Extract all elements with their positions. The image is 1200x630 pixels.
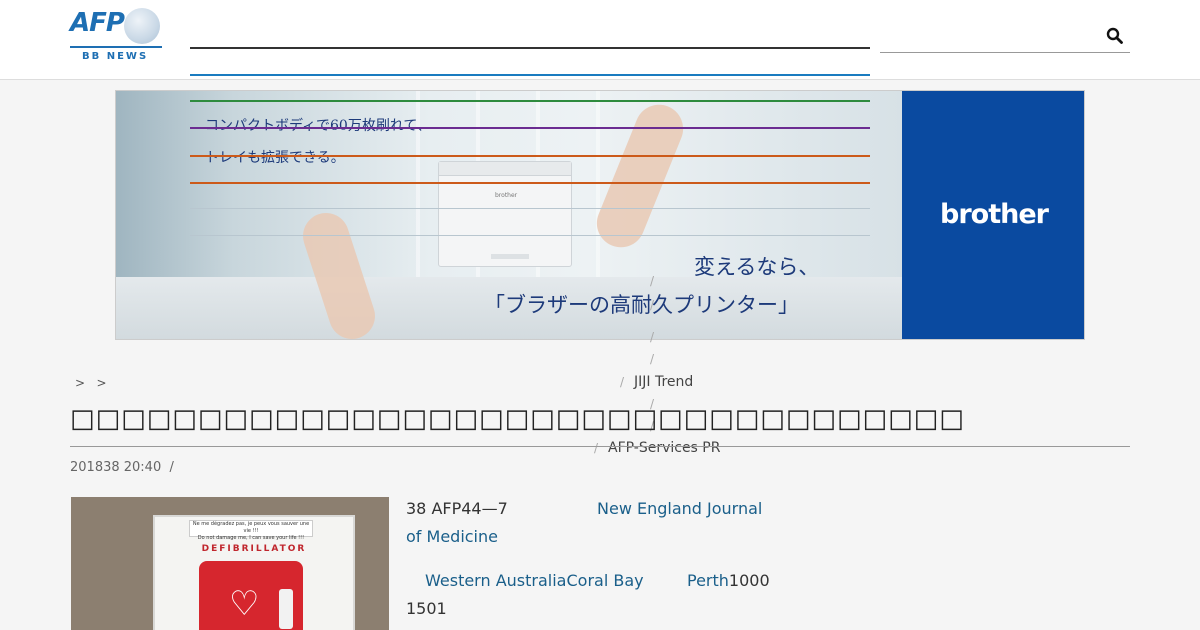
- ad-copy-line1: コンパクトボディで60万枚刷れて、: [205, 118, 431, 134]
- logo-bb-news-text: BB NEWS: [82, 51, 149, 62]
- menu-separator: /: [650, 330, 655, 344]
- site-header: AFP BB NEWS: [0, 0, 1200, 80]
- defibrillator-cabinet: Ne me dégradez pas, je peux vous sauver …: [153, 515, 355, 630]
- breadcrumb-separator: >: [75, 376, 86, 390]
- menu-stripe-gray: [190, 235, 870, 236]
- aed-unit: ♡: [199, 561, 303, 630]
- para1-text: 38 AFP44—7: [406, 499, 508, 518]
- ad-copy-line2: トレイも拡張できる。: [205, 150, 345, 166]
- article-title: □□□□□□□□□□□□□□□□□□□□□□□□□□□□□□□□□□□: [70, 404, 965, 434]
- search-box: [880, 22, 1130, 53]
- breadcrumb-separator: >: [96, 376, 107, 390]
- title-divider: [70, 446, 1130, 447]
- logo-afp-text: AFP: [70, 8, 125, 38]
- printer-top: [439, 162, 571, 176]
- para2-text: 1000: [728, 571, 770, 590]
- menu-link-jiji-trend[interactable]: JIJI Trend: [634, 374, 693, 390]
- defibrillator-label: DEFIBRILLATOR: [201, 544, 307, 554]
- hand-right: [589, 97, 691, 255]
- menu-separator: /: [650, 298, 655, 312]
- menu-stripe-green: [190, 100, 870, 102]
- link-of-medicine[interactable]: of Medicine: [406, 523, 498, 551]
- aed-handle: [279, 589, 293, 629]
- menu-stripe-purple: [190, 127, 870, 129]
- article-paragraph: Perth1000: [687, 567, 770, 595]
- brother-logo: brother: [940, 199, 1049, 230]
- article-paragraph: 1501: [406, 599, 447, 618]
- menu-link-afp-services-pr[interactable]: AFP-Services PR: [608, 440, 720, 456]
- menu-separator: /: [594, 441, 599, 455]
- link-western-australia-coral-bay[interactable]: Western AustraliaCoral Bay: [425, 567, 644, 595]
- global-nav-line: [190, 47, 870, 49]
- menu-separator: /: [620, 375, 625, 389]
- article-meta: 201838 20:40 /: [70, 460, 174, 475]
- search-input[interactable]: [880, 22, 1100, 52]
- menu-stripe-orange: [190, 155, 870, 157]
- ad-brand-panel: brother: [902, 91, 1084, 339]
- link-perth[interactable]: Perth: [687, 571, 729, 590]
- global-nav-underline: [190, 74, 870, 76]
- cabinet-sign-line1: Ne me dégradez pas, je peux vous sauver …: [192, 521, 310, 534]
- ad-tagline-line2: 「ブラザーの高耐久プリンター」: [484, 293, 799, 317]
- globe-icon: [124, 8, 160, 44]
- printer-image: brother: [438, 161, 572, 267]
- afp-bb-news-logo[interactable]: AFP BB NEWS: [70, 8, 162, 64]
- cabinet-sign: Ne me dégradez pas, je peux vous sauver …: [189, 520, 313, 541]
- link-new-england-journal[interactable]: New England Journal: [597, 495, 762, 523]
- menu-stripe-orange: [190, 182, 870, 184]
- meta-separator: /: [169, 460, 174, 475]
- menu-separator: /: [650, 274, 655, 288]
- search-icon[interactable]: [1106, 27, 1124, 45]
- printer-brand-label: brother: [495, 192, 518, 199]
- cabinet-sign-line2: Do not damage me, I can save your life !…: [197, 535, 305, 541]
- heart-icon: ♡: [229, 584, 260, 624]
- article-photo-defibrillator[interactable]: Ne me dégradez pas, je peux vous sauver …: [71, 497, 389, 630]
- article-paragraph: 38 AFP44—7: [406, 495, 508, 523]
- logo-rule: [70, 46, 162, 48]
- ad-tagline-line1: 変えるなら、: [694, 255, 820, 279]
- menu-separator: /: [650, 352, 655, 366]
- article-date: 201838 20:40: [70, 460, 162, 475]
- menu-stripe-gray: [190, 208, 870, 209]
- breadcrumb: > >: [75, 376, 107, 390]
- printer-tray: [491, 254, 529, 259]
